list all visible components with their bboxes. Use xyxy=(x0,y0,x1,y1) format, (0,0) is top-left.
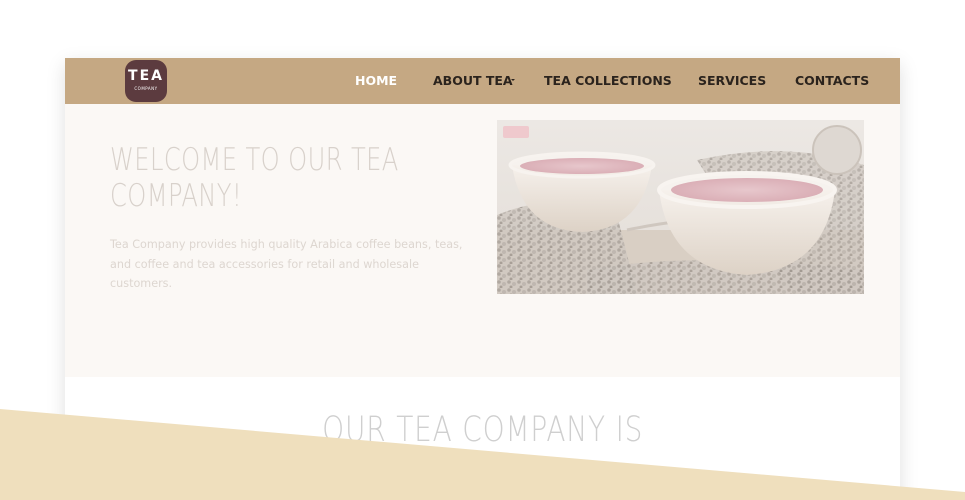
section-title: OUR TEA COMPANY IS xyxy=(321,410,644,450)
nav-contacts[interactable]: CONTACTS xyxy=(795,73,869,88)
logo-subtext: COMPANY xyxy=(134,86,158,91)
hero-title: WELCOME TO OUR TEA COMPANY! xyxy=(110,142,399,214)
tea-cups-photo xyxy=(497,120,864,294)
nav-home[interactable]: HOME xyxy=(355,73,397,88)
hero-text: Tea Company provides high quality Arabic… xyxy=(110,238,463,290)
nav-services[interactable]: SERVICES xyxy=(698,73,766,88)
nav-about-tea[interactable]: ABOUT TEA xyxy=(433,73,513,88)
chevron-down-icon xyxy=(511,79,515,81)
logo[interactable]: TEA COMPANY xyxy=(125,60,167,102)
hero-section: WELCOME TO OUR TEA COMPANY! Tea Company … xyxy=(65,104,900,377)
navbar: TEA COMPANY HOME ABOUT TEA TEA COLLECTIO… xyxy=(65,58,900,104)
logo-text: TEA xyxy=(128,68,164,84)
site-preview-card: TEA COMPANY HOME ABOUT TEA TEA COLLECTIO… xyxy=(65,58,900,500)
tea-cups-illustration xyxy=(497,120,864,294)
nav-tea-collections[interactable]: TEA COLLECTIONS xyxy=(544,73,672,88)
